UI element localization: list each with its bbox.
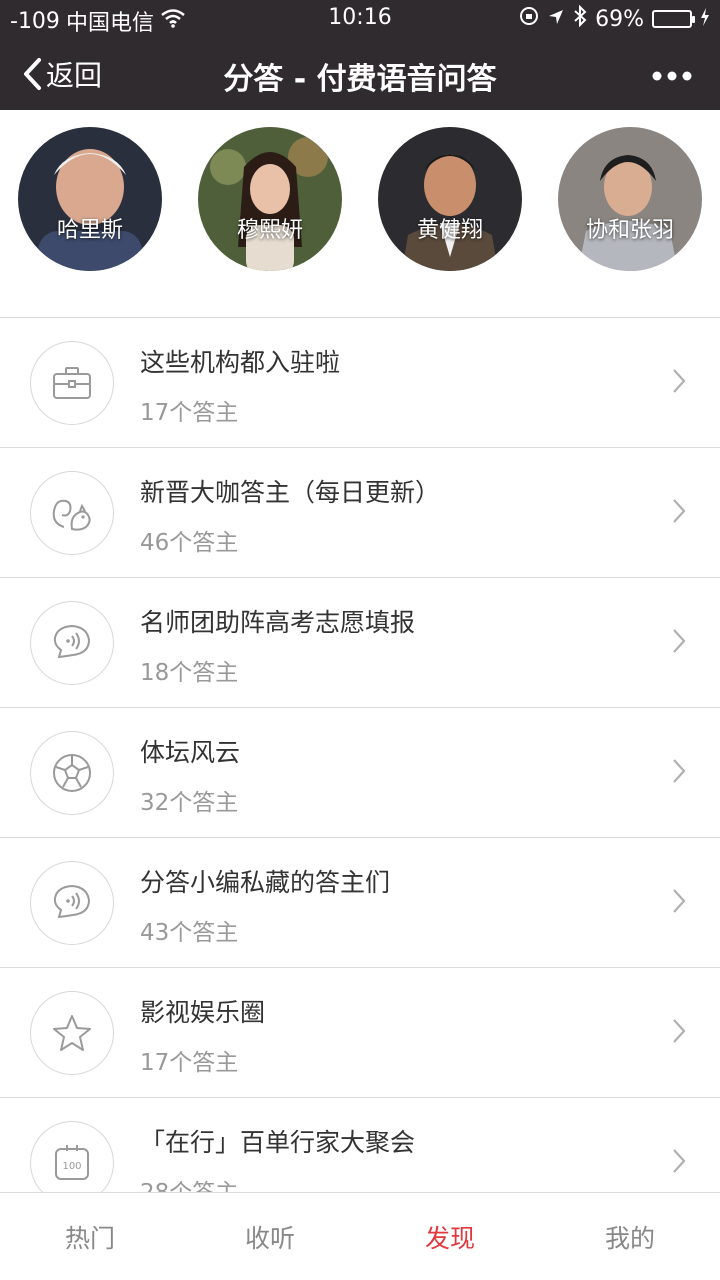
- category-icon-wrap: [30, 731, 114, 815]
- tab-hot[interactable]: 热门: [0, 1193, 180, 1280]
- avatar-photo: [378, 127, 522, 271]
- battery-percent: 69%: [595, 6, 644, 32]
- category-title: 新晋大咖答主（每日更新）: [140, 478, 441, 507]
- category-row[interactable]: 名师团助阵高考志愿填报 18个答主: [0, 578, 720, 708]
- category-title: 分答小编私藏的答主们: [140, 868, 391, 897]
- voice-bubble-icon: [53, 624, 91, 659]
- soccer-ball-icon: [53, 754, 91, 792]
- category-icon-wrap: [30, 341, 114, 425]
- featured-name: 黄健翔: [416, 218, 483, 243]
- category-row[interactable]: 影视娱乐圈 17个答主: [0, 968, 720, 1098]
- featured-name: 协和张羽: [585, 218, 674, 243]
- category-row[interactable]: 新晋大咖答主（每日更新） 46个答主: [0, 448, 720, 578]
- star-icon: [53, 1015, 91, 1051]
- category-count: 17个答主: [140, 1050, 239, 1076]
- category-count: 32个答主: [140, 790, 239, 816]
- category-count: 43个答主: [140, 920, 239, 946]
- status-bar: -109 中国电信 10:16 69%: [0, 0, 720, 36]
- category-title: 名师团助阵高考志愿填报: [140, 608, 416, 637]
- charging-icon: [700, 7, 710, 32]
- chevron-right-icon: [673, 759, 686, 783]
- briefcase-icon: [53, 367, 91, 399]
- bluetooth-icon: [573, 4, 587, 33]
- chevron-right-icon: [673, 629, 686, 653]
- chevron-right-icon: [673, 1019, 686, 1043]
- avatar-photo: [18, 127, 162, 271]
- location-icon: [547, 7, 565, 32]
- category-icon-wrap: [30, 471, 114, 555]
- category-row[interactable]: 这些机构都入驻啦 17个答主: [0, 318, 720, 448]
- svg-text:100: 100: [62, 1161, 81, 1172]
- more-dots-icon: [652, 71, 692, 81]
- category-count: 18个答主: [140, 660, 239, 686]
- featured-name: 穆熙妍: [236, 218, 303, 243]
- more-options-button[interactable]: [652, 56, 692, 86]
- category-title: 影视娱乐圈: [140, 998, 266, 1027]
- tab-me[interactable]: 我的: [540, 1193, 720, 1280]
- category-icon-wrap: [30, 601, 114, 685]
- category-title: 这些机构都入驻啦: [140, 348, 341, 377]
- chevron-right-icon: [673, 1149, 686, 1173]
- category-count: 17个答主: [140, 400, 239, 426]
- category-list: 这些机构都入驻啦 17个答主 新晋大咖答主（每日更新） 46个答主 名师团助阵高…: [0, 318, 720, 1228]
- page-title: 分答 - 付费语音问答: [223, 62, 497, 97]
- featured-avatar[interactable]: 黄健翔: [378, 127, 522, 271]
- tab-listen[interactable]: 收听: [180, 1193, 360, 1280]
- tab-discover[interactable]: 发现: [360, 1193, 540, 1280]
- badge-100-icon: 100: [55, 1145, 89, 1180]
- squirrel-icon: [52, 499, 91, 531]
- category-title: 「在行」百单行家大聚会: [140, 1128, 416, 1157]
- avatar-photo: [198, 127, 342, 271]
- category-icon-wrap: [30, 861, 114, 945]
- category-title: 体坛风云: [140, 738, 241, 767]
- battery-icon: [652, 10, 695, 28]
- category-count: 46个答主: [140, 530, 239, 556]
- category-icon-wrap: [30, 991, 114, 1075]
- chevron-right-icon: [673, 369, 686, 393]
- category-row[interactable]: 分答小编私藏的答主们 43个答主: [0, 838, 720, 968]
- chevron-right-icon: [673, 889, 686, 913]
- orientation-lock-icon: [519, 6, 539, 32]
- status-right: 69%: [519, 4, 710, 33]
- chevron-right-icon: [673, 499, 686, 523]
- voice-bubble-icon: [53, 884, 91, 919]
- featured-avatar[interactable]: 协和张羽: [558, 127, 702, 271]
- category-row[interactable]: 体坛风云 32个答主: [0, 708, 720, 838]
- avatar-photo: [558, 127, 702, 271]
- featured-name: 哈里斯: [56, 218, 123, 243]
- featured-avatar[interactable]: 哈里斯: [18, 127, 162, 271]
- featured-answerers: 哈里斯 穆熙妍 黄健翔 协和张羽: [0, 110, 720, 318]
- bottom-tab-bar: 热门 收听 发现 我的: [0, 1192, 720, 1280]
- nav-bar: 返回 分答 - 付费语音问答: [0, 36, 720, 110]
- featured-avatar[interactable]: 穆熙妍: [198, 127, 342, 271]
